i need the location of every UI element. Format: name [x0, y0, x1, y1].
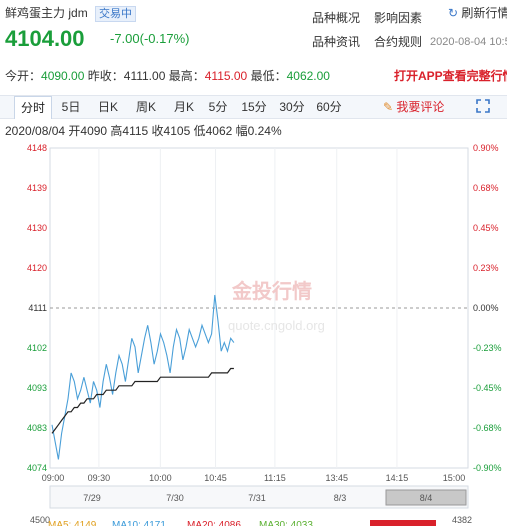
- navigator-date: 7/30: [166, 493, 184, 503]
- pct-tick-label: -0.68%: [473, 423, 502, 433]
- x-tick-label: 10:00: [149, 473, 172, 483]
- pct-tick-label: -0.45%: [473, 383, 502, 393]
- pct-tick-label: 0.00%: [473, 303, 499, 313]
- y-tick-label: 4139: [27, 183, 47, 193]
- pct-tick-label: 0.23%: [473, 263, 499, 273]
- y-tick-label: 4093: [27, 383, 47, 393]
- ma-right-value: 4382: [452, 515, 472, 525]
- navigator-date: 7/29: [83, 493, 101, 503]
- intraday-chart[interactable]: 09:00 09:30 10:00 10:45 11:15 13:45 14:15 15:00…: [0, 0, 507, 526]
- quote-widget: 鲜鸡蛋主力 jdm 交易中 4104.00 -7.00(-0.17%) 品种概况…: [0, 0, 507, 526]
- y-tick-label: 4120: [27, 263, 47, 273]
- ma5-label: MA5: 4149: [48, 520, 97, 526]
- ma20-label: MA20: 4086: [187, 520, 241, 526]
- volume-bar: [370, 520, 436, 526]
- y-tick-label: 4102: [27, 343, 47, 353]
- pct-tick-label: -0.90%: [473, 463, 502, 473]
- x-tick-label: 09:30: [88, 473, 111, 483]
- ma30-label: MA30: 4033: [259, 520, 313, 526]
- y-tick-label: 4083: [27, 423, 47, 433]
- y-tick-label: 4148: [27, 143, 47, 153]
- average-line: [51, 367, 234, 434]
- y-tick-label: 4130: [27, 223, 47, 233]
- pct-tick-label: -0.23%: [473, 343, 502, 353]
- navigator-date: 8/3: [334, 493, 347, 503]
- navigator-date: 7/31: [248, 493, 266, 503]
- pct-tick-label: 0.45%: [473, 223, 499, 233]
- pct-tick-label: 0.90%: [473, 143, 499, 153]
- x-tick-label: 10:45: [204, 473, 227, 483]
- watermark-brand: 金投行情: [231, 279, 312, 303]
- y-tick-label: 4074: [27, 463, 47, 473]
- x-tick-label: 11:15: [264, 473, 286, 483]
- navigator-date: 8/4: [420, 493, 433, 503]
- x-tick-label: 15:00: [443, 473, 466, 483]
- y-tick-label: 4111: [28, 303, 47, 313]
- ma10-label: MA10: 4171: [112, 520, 166, 526]
- x-tick-label: 09:00: [42, 473, 65, 483]
- x-tick-label: 14:15: [386, 473, 409, 483]
- pct-tick-label: 0.68%: [473, 183, 499, 193]
- x-tick-label: 13:45: [325, 473, 348, 483]
- watermark-url: quote.cngold.org: [228, 318, 325, 333]
